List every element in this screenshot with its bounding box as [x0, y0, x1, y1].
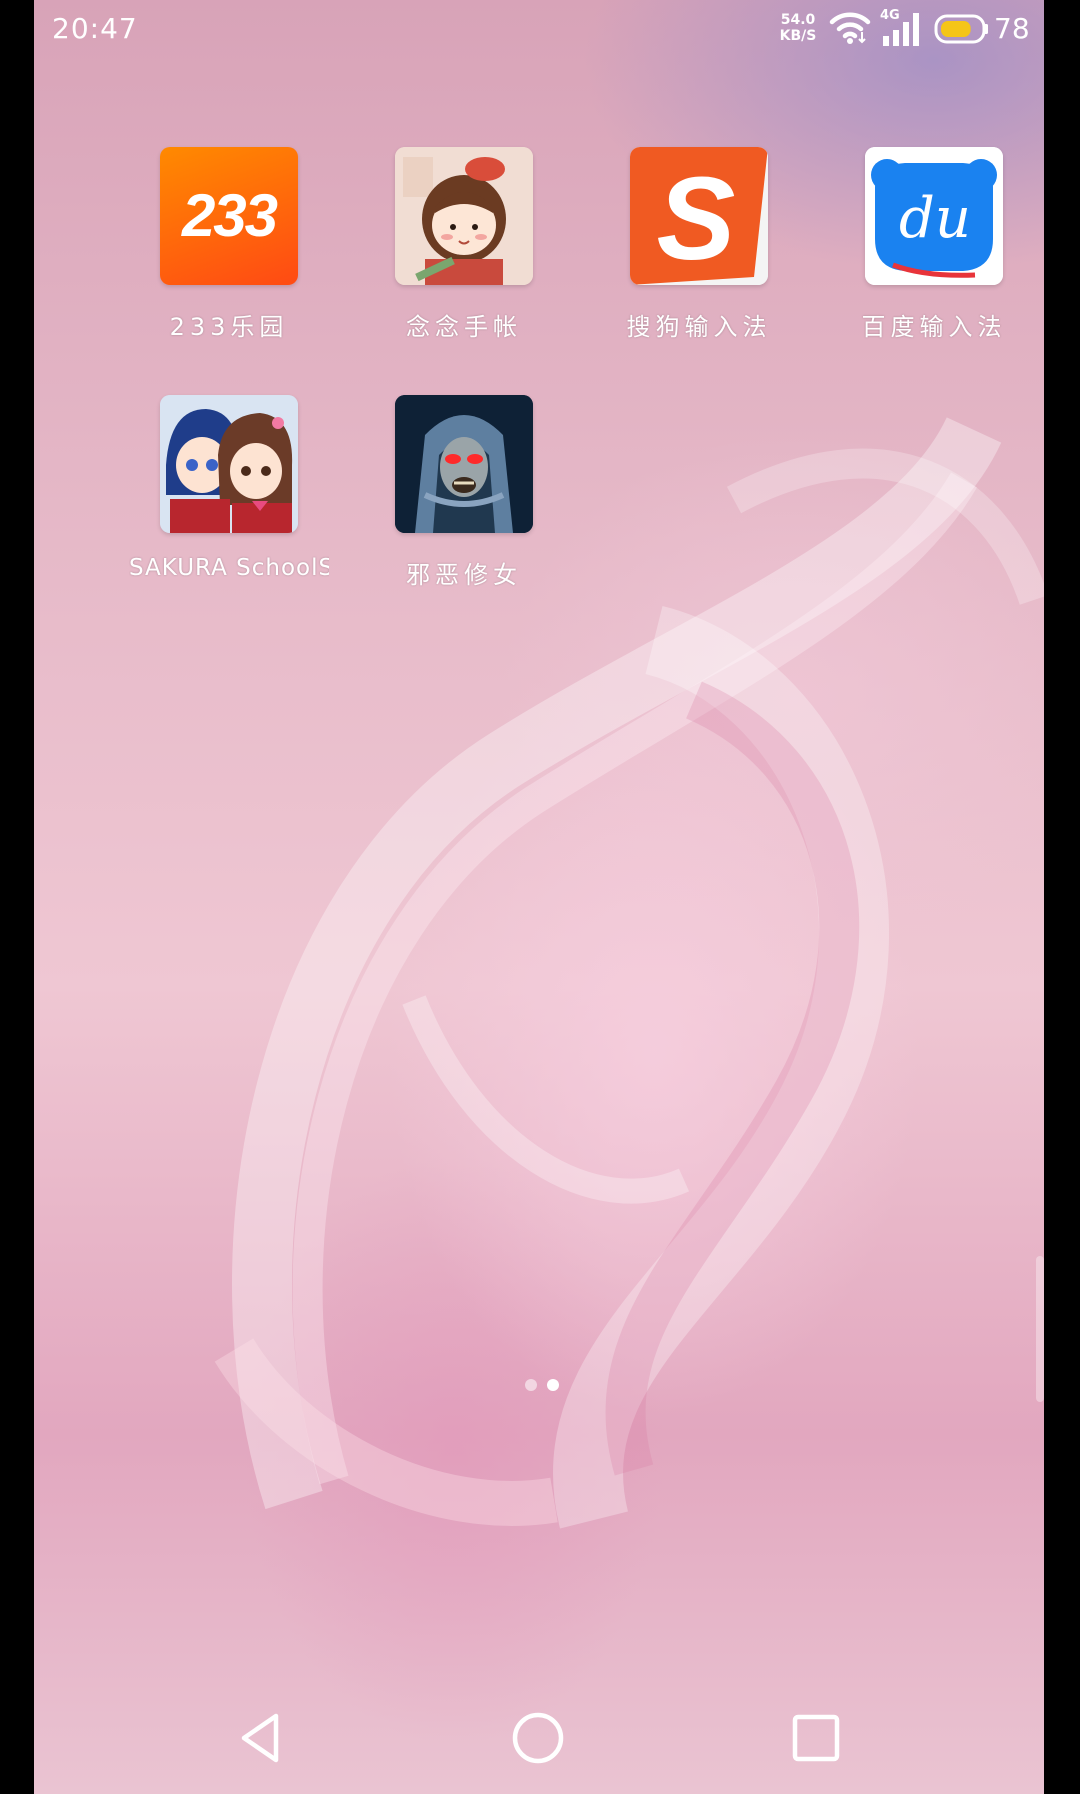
app-sakura-school[interactable]: SAKURA SchoolS…	[129, 395, 329, 581]
network-speed-unit: KB/S	[779, 28, 817, 44]
network-speed-value: 54.0	[780, 12, 816, 28]
app-label: SAKURA SchoolS…	[129, 555, 329, 581]
navigation-bar	[34, 1690, 1044, 1794]
app-label: 邪恶修女	[406, 561, 522, 589]
back-triangle-icon[interactable]	[232, 1708, 292, 1768]
app-label: 233乐园	[169, 313, 289, 341]
app-evil-nun-icon[interactable]	[395, 395, 533, 533]
app-diary-girl-icon[interactable]	[395, 147, 533, 285]
edge-scroll-handle[interactable]	[1036, 1256, 1044, 1402]
clock: 20:47	[52, 12, 138, 45]
page-dot-1[interactable]	[525, 1379, 537, 1391]
app-evil-nun[interactable]: 邪恶修女	[364, 395, 564, 590]
app-sogou-icon[interactable]: S	[630, 147, 768, 285]
app-sogou-icon-text: S	[657, 153, 736, 285]
app-baidu-icon-text: du	[899, 186, 971, 251]
app-label: 念念手帐	[406, 313, 522, 341]
page-indicator	[520, 1376, 564, 1395]
app-sogou-input[interactable]: S 搜狗输入法	[599, 147, 799, 342]
app-niannian-shouzhang[interactable]: 念念手帐	[364, 147, 564, 342]
app-233-icon[interactable]: 233	[160, 147, 298, 285]
app-sakura-school-icon[interactable]	[160, 395, 298, 533]
app-baidu-input[interactable]: du 百度输入法	[834, 147, 1034, 342]
network-speed: 54.0 KB/S	[768, 12, 828, 44]
app-baidu-du-icon[interactable]: du	[865, 147, 1003, 285]
cellular-signal-icon: 4G	[880, 8, 924, 48]
battery-icon	[934, 14, 988, 44]
battery-percentage: 78	[994, 12, 1030, 45]
app-233-icon-text: 233	[181, 182, 278, 249]
home-screen: 20:47 54.0 KB/S 4G 78 233 233乐园 念念手帐 S 搜…	[34, 0, 1044, 1794]
app-233-leyuan[interactable]: 233 233乐园	[129, 147, 329, 342]
wifi-icon	[829, 12, 871, 44]
page-dot-2-active[interactable]	[547, 1379, 559, 1391]
home-circle-icon[interactable]	[508, 1708, 568, 1768]
status-bar: 20:47 54.0 KB/S 4G 78	[34, 0, 1044, 60]
app-label: 百度输入法	[861, 313, 1007, 341]
recents-square-icon[interactable]	[786, 1708, 846, 1768]
app-label: 搜狗输入法	[626, 313, 772, 341]
